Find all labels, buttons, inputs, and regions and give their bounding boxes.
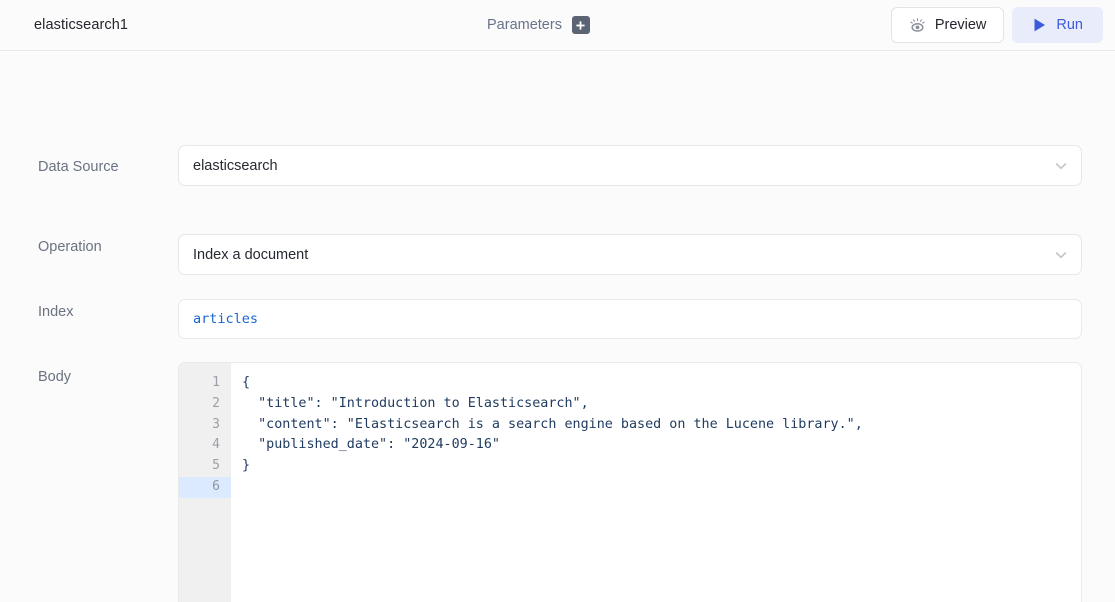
- editor-gutter: 123456: [179, 363, 231, 602]
- parameters-group: Parameters: [487, 16, 590, 34]
- toolbar-header: elasticsearch1 Parameters: [0, 0, 1115, 51]
- run-button[interactable]: Run: [1012, 7, 1103, 43]
- code-line: [242, 477, 1081, 498]
- plus-icon: [575, 20, 586, 31]
- code-line: }: [242, 456, 1081, 477]
- preview-button-label: Preview: [935, 17, 987, 33]
- chevron-down-icon: [1053, 158, 1069, 174]
- data-source-value: elasticsearch: [193, 158, 1053, 174]
- gutter-line: 6: [179, 477, 231, 498]
- body-label: Body: [38, 369, 71, 385]
- index-label: Index: [38, 304, 73, 320]
- code-line: "published_date": "2024-09-16": [242, 435, 1081, 456]
- code-line: "content": "Elasticsearch is a search en…: [242, 415, 1081, 436]
- code-line: "title": "Introduction to Elasticsearch"…: [242, 394, 1081, 415]
- gutter-line: 2: [179, 394, 231, 415]
- run-button-label: Run: [1056, 17, 1083, 33]
- data-source-label: Data Source: [38, 159, 119, 175]
- node-title: elasticsearch1: [34, 17, 128, 33]
- gutter-line: 4: [179, 435, 231, 456]
- gutter-line: 3: [179, 415, 231, 436]
- operation-select[interactable]: Index a document: [178, 234, 1082, 275]
- add-parameter-button[interactable]: [572, 16, 590, 34]
- data-source-select[interactable]: elasticsearch: [178, 145, 1082, 186]
- editor-code-area[interactable]: { "title": "Introduction to Elasticsearc…: [231, 363, 1081, 602]
- play-icon: [1032, 17, 1047, 33]
- body-code-editor[interactable]: 123456 { "title": "Introduction to Elast…: [178, 362, 1082, 602]
- code-line: {: [242, 373, 1081, 394]
- header-actions: Preview Run: [891, 7, 1103, 43]
- chevron-down-icon: [1053, 247, 1069, 263]
- operation-label: Operation: [38, 239, 102, 255]
- operation-value: Index a document: [193, 247, 1053, 263]
- gutter-line: 1: [179, 373, 231, 394]
- gutter-line: 5: [179, 456, 231, 477]
- parameters-label: Parameters: [487, 17, 562, 33]
- index-value: articles: [193, 311, 258, 327]
- eye-icon: [909, 18, 926, 33]
- index-input[interactable]: articles: [178, 299, 1082, 339]
- preview-button[interactable]: Preview: [891, 7, 1005, 43]
